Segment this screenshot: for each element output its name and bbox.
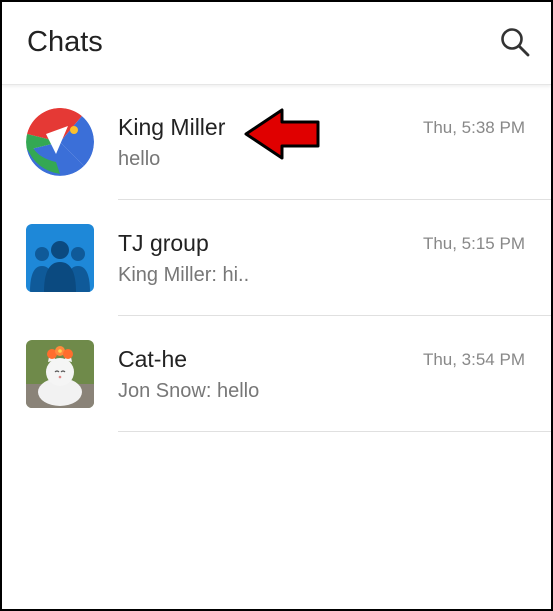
chat-name: TJ group <box>118 230 209 256</box>
chat-item-king-miller[interactable]: King Miller hello Thu, 5:38 PM <box>2 84 551 200</box>
app-frame: Chats King Miller hello Thu, 5:38 PM TJ … <box>0 0 553 611</box>
group-people-avatar <box>26 224 94 292</box>
multicolor-logo-avatar <box>26 108 94 176</box>
chat-time: Thu, 3:54 PM <box>422 350 525 369</box>
cat-photo-avatar <box>26 340 94 408</box>
search-icon[interactable] <box>499 26 531 58</box>
chat-time: Thu, 5:38 PM <box>422 118 525 137</box>
chat-preview: hello <box>118 148 161 170</box>
chat-item-cat-he[interactable]: Cat-he Jon Snow: hello Thu, 3:54 PM <box>2 316 551 432</box>
app-header: Chats <box>2 2 551 85</box>
chat-name: King Miller <box>118 114 226 140</box>
chat-name: Cat-he <box>118 346 188 372</box>
chat-preview: King Miller: hi.. <box>118 264 250 286</box>
divider <box>118 431 551 432</box>
chat-time: Thu, 5:15 PM <box>422 234 525 253</box>
chat-item-tj-group[interactable]: TJ group King Miller: hi.. Thu, 5:15 PM <box>2 200 551 316</box>
chat-preview: Jon Snow: hello <box>118 380 260 402</box>
page-title: Chats <box>27 26 103 58</box>
